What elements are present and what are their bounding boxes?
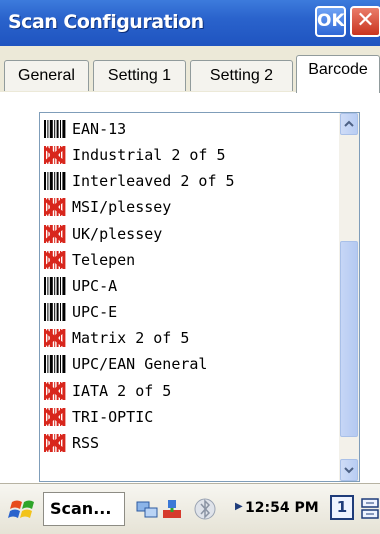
barcode-list-item-label: Industrial 2 of 5 [72,146,226,165]
ok-button[interactable]: OK [315,6,346,37]
barcode-list-item-label: Matrix 2 of 5 [72,329,190,348]
scroll-thumb[interactable] [340,241,358,437]
barcode-list-item-label: MSI/plessey [72,198,172,217]
barcode-list-item-label: RSS [72,433,100,452]
tab-setting-2[interactable]: Setting 2 [190,60,293,91]
barcode-list-item[interactable]: UPC/EAN General [42,351,207,377]
barcode-list-item[interactable]: UPC-A [42,273,117,299]
taskbar-app-button[interactable]: Scan... [43,492,125,526]
chevron-up-icon [344,120,354,127]
input-panel-badge[interactable]: 1 [330,495,354,520]
sync-icon[interactable] [160,496,184,522]
barcode-enabled-icon [44,303,66,322]
close-button[interactable]: ✕ [350,6,380,37]
barcode-list-item-label: UPC/EAN General [72,355,208,374]
start-windows-icon[interactable] [8,496,38,524]
barcode-list-item-label: UK/plessey [72,224,163,243]
barcode-panel: EAN-13 Industrial 2 of 5 Interleaved 2 of … [0,92,380,483]
barcode-list-item-label: Telepen [72,250,136,269]
scroll-up-button[interactable] [340,113,358,135]
barcode-list-item[interactable]: Industrial 2 of 5 [42,142,226,168]
window-title: Scan Configuration [8,11,204,33]
keyboard-icon[interactable] [360,495,380,523]
barcode-enabled-icon [44,276,66,295]
barcode-disabled-icon [44,329,66,348]
barcode-list-item-label: UPC-A [72,276,118,295]
barcode-disabled-icon [44,146,66,165]
barcode-list-item[interactable]: MSI/plessey [42,194,171,220]
barcode-list-item[interactable]: Interleaved 2 of 5 [42,168,235,194]
barcode-list-item-label: EAN-13 [72,120,127,138]
tray-expand-icon[interactable]: ▶ [235,501,243,512]
barcode-enabled-icon [44,172,66,191]
taskbar: Scan... ▶ 12:54 PM 1 [0,483,380,534]
network-icon[interactable] [135,496,159,522]
tab-barcode[interactable]: Barcode [296,55,380,93]
barcode-list-item-label: IATA 2 of 5 [72,381,172,400]
clock[interactable]: 12:54 PM [245,500,319,516]
chevron-down-icon [344,467,354,474]
barcode-list-item[interactable]: IATA 2 of 5 [42,378,171,404]
barcode-enabled-icon [44,120,66,138]
barcode-disabled-icon [44,250,66,269]
barcode-disabled-icon [44,433,66,452]
title-bar: Scan Configuration OK ✕ [0,0,380,46]
barcode-list-item-label: Interleaved 2 of 5 [72,172,235,191]
tab-setting-1[interactable]: Setting 1 [93,60,186,91]
barcode-disabled-icon [44,381,66,400]
barcode-list-item[interactable]: RSS [42,430,99,456]
tab-general[interactable]: General [4,60,89,91]
barcode-list-item[interactable]: EAN-13 [42,116,126,142]
barcode-list-item[interactable]: UPC-E [42,299,117,325]
barcode-list-item[interactable]: UK/plessey [42,221,162,247]
scroll-down-button[interactable] [340,459,358,481]
barcode-list-item-label: UPC-E [72,303,118,322]
tab-bar: General Setting 1 Setting 2 Barcode [0,46,380,93]
vertical-scrollbar[interactable] [339,113,359,481]
barcode-disabled-icon [44,407,66,426]
barcode-disabled-icon [44,198,66,217]
barcode-enabled-icon [44,355,66,374]
barcode-disabled-icon [44,224,66,243]
barcode-list-item[interactable]: Telepen [42,247,135,273]
barcode-list-item-label: TRI-OPTIC [72,407,154,426]
barcode-listbox[interactable]: EAN-13 Industrial 2 of 5 Interleaved 2 of … [39,112,360,482]
barcode-list-item[interactable]: Matrix 2 of 5 [42,325,189,351]
bluetooth-icon[interactable] [193,496,217,522]
barcode-list-item[interactable]: TRI-OPTIC [42,404,153,430]
